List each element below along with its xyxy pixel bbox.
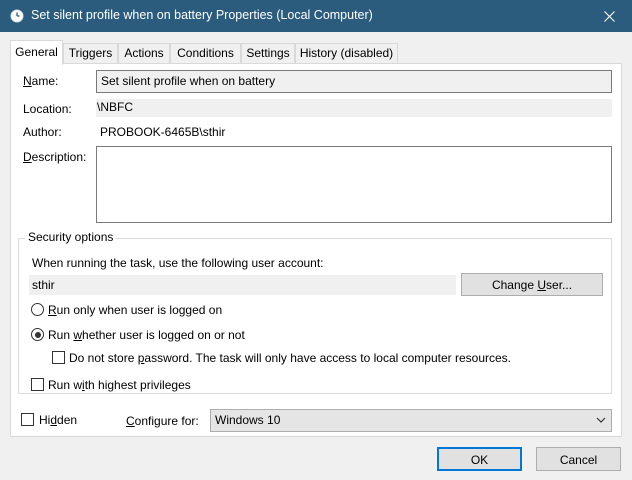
radio-run-only-logged-on-label[interactable]: Run only when user is logged on xyxy=(48,303,222,317)
author-value: PROBOOK-6465B\sthir xyxy=(100,125,226,139)
description-label: Description: xyxy=(23,150,87,164)
tab-triggers-label: Triggers xyxy=(68,46,113,60)
do-not-store-password-label[interactable]: Do not store password. The task will onl… xyxy=(69,351,511,365)
tab-triggers[interactable]: Triggers xyxy=(63,43,118,63)
user-account-field xyxy=(29,275,456,295)
location-field-bg xyxy=(96,99,612,117)
window-title: Set silent profile when on battery Prope… xyxy=(31,8,373,22)
close-icon xyxy=(603,10,615,22)
security-options-title: Security options xyxy=(25,230,117,244)
task-scheduler-clock-icon xyxy=(10,9,24,23)
location-value: \NBFC xyxy=(97,100,133,114)
account-prompt: When running the task, use the following… xyxy=(32,256,324,270)
chevron-down-icon xyxy=(596,417,606,423)
tab-actions[interactable]: Actions xyxy=(118,43,170,63)
name-label: Name: xyxy=(23,74,59,88)
user-account-value: sthir xyxy=(32,278,55,292)
hidden-checkbox[interactable] xyxy=(21,413,34,426)
radio-run-whether-logged-on-label[interactable]: Run whether user is logged on or not xyxy=(48,328,245,342)
location-label: Location: xyxy=(23,102,72,116)
do-not-store-password-checkbox[interactable] xyxy=(52,351,65,364)
author-label: Author: xyxy=(23,125,62,139)
tab-conditions-label: Conditions xyxy=(177,46,234,60)
title-bar: Set silent profile when on battery Prope… xyxy=(0,0,632,32)
general-tab-panel: Name: Set silent profile when on battery… xyxy=(10,63,622,437)
change-user-button[interactable]: Change User... xyxy=(461,273,603,296)
configure-for-value: Windows 10 xyxy=(215,413,281,427)
radio-selected-dot xyxy=(34,331,41,338)
ok-button[interactable]: OK xyxy=(437,447,522,471)
tab-settings[interactable]: Settings xyxy=(241,43,295,63)
tab-settings-label: Settings xyxy=(246,46,290,60)
tab-general[interactable]: General xyxy=(10,40,63,65)
cancel-button[interactable]: Cancel xyxy=(536,447,621,471)
highest-privileges-checkbox[interactable] xyxy=(31,378,44,391)
description-field[interactable] xyxy=(96,146,612,223)
configure-for-label: Configure for: xyxy=(126,414,199,428)
hidden-label[interactable]: Hidden xyxy=(39,413,77,427)
configure-for-dropdown[interactable]: Windows 10 xyxy=(210,409,612,432)
name-field[interactable]: Set silent profile when on battery xyxy=(96,70,612,93)
highest-privileges-label[interactable]: Run with highest privileges xyxy=(48,378,191,392)
tab-actions-label: Actions xyxy=(124,46,164,60)
tab-conditions[interactable]: Conditions xyxy=(170,43,241,63)
radio-run-whether-logged-on[interactable] xyxy=(31,328,44,341)
close-button[interactable] xyxy=(586,0,632,32)
tab-history-label: History (disabled) xyxy=(299,46,394,60)
tab-general-label: General xyxy=(15,45,58,59)
radio-run-only-logged-on[interactable] xyxy=(31,303,44,316)
tab-history[interactable]: History (disabled) xyxy=(295,43,398,63)
